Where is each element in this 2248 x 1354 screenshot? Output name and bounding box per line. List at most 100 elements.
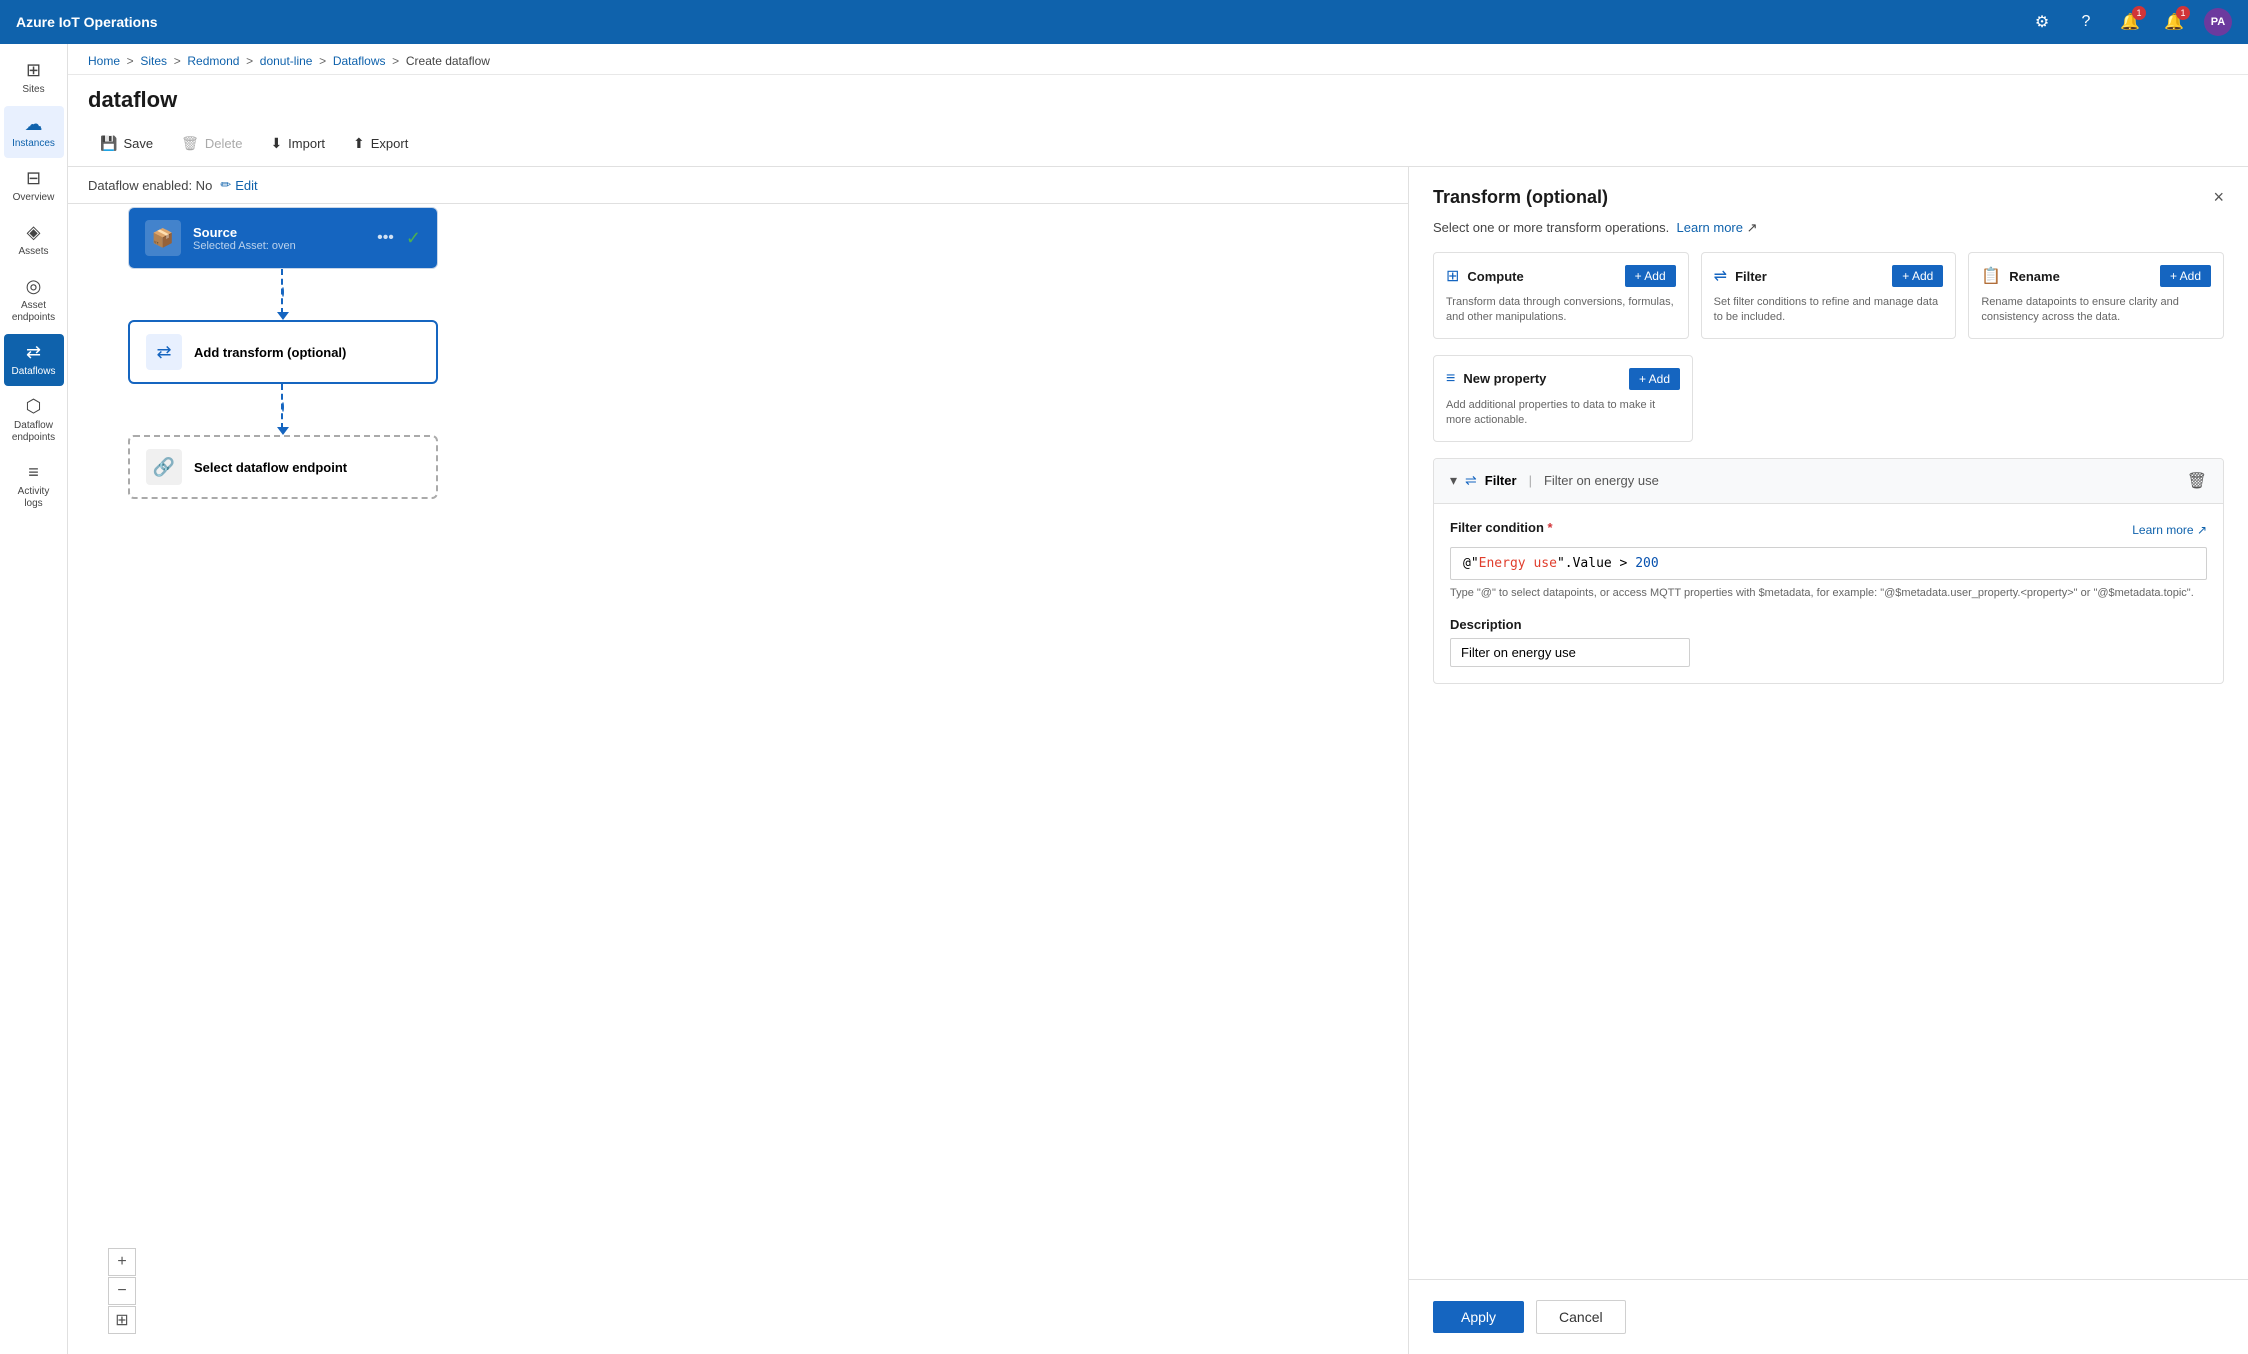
save-button[interactable]: 💾 Save	[88, 129, 165, 158]
export-button[interactable]: ⬆ Export	[341, 129, 420, 158]
new-property-title: New property	[1463, 371, 1546, 386]
notifications-button[interactable]: 🔔 1	[2116, 8, 2144, 36]
sidebar-item-instances[interactable]: ☁ Instances	[4, 106, 64, 158]
desc-input[interactable]	[1450, 638, 1690, 667]
transform-title: Add transform (optional)	[194, 345, 420, 360]
compute-icon: ⊞	[1446, 266, 1459, 286]
sidebar-item-dataflows[interactable]: ⇄ Dataflows	[4, 334, 64, 386]
breadcrumb-dataflows[interactable]: Dataflows	[333, 54, 386, 68]
code-prefix: @"	[1463, 556, 1479, 571]
main-layout: ⊞ Sites ☁ Instances ⊟ Overview ◈ Assets …	[0, 44, 2248, 1354]
breadcrumb-redmond[interactable]: Redmond	[187, 54, 239, 68]
sidebar-item-activity-logs-label: Activity logs	[8, 486, 60, 510]
panel-learn-more-link[interactable]: Learn more	[1677, 220, 1743, 235]
transform-icon: ⇄	[146, 334, 182, 370]
filter-chevron-button[interactable]: ▾	[1450, 472, 1457, 489]
desc-label: Description	[1450, 617, 2207, 632]
import-button[interactable]: ⬇ Import	[258, 129, 337, 158]
asset-endpoints-icon: ◎	[26, 276, 42, 297]
code-mid: ".Value >	[1557, 556, 1635, 571]
filter-card-header: ⇌ Filter + Add	[1714, 265, 1944, 287]
condition-field-header: Filter condition * Learn more ↗	[1450, 520, 2207, 541]
alerts-badge: 1	[2176, 6, 2190, 20]
panel-footer: Apply Cancel	[1409, 1279, 2248, 1354]
panel-subtitle: Select one or more transform operations.…	[1409, 220, 2248, 252]
breadcrumb: Home > Sites > Redmond > donut-line > Da…	[68, 44, 2248, 75]
zoom-out-button[interactable]: −	[108, 1277, 136, 1305]
status-text: Dataflow enabled: No	[88, 178, 212, 193]
edit-button[interactable]: ✏ Edit	[220, 177, 257, 193]
transform-node[interactable]: ⇄ Add transform (optional)	[128, 320, 438, 384]
apply-button[interactable]: Apply	[1433, 1301, 1524, 1333]
filter-condition-input[interactable]: @"Energy use".Value > 200	[1450, 547, 2207, 580]
condition-learn-more[interactable]: Learn more ↗	[2132, 523, 2207, 537]
endpoint-node[interactable]: 🔗 Select dataflow endpoint	[128, 435, 438, 499]
delete-label: Delete	[205, 136, 243, 151]
breadcrumb-donut-line[interactable]: donut-line	[260, 54, 313, 68]
endpoint-title: Select dataflow endpoint	[194, 460, 420, 475]
sidebar-item-instances-label: Instances	[12, 138, 55, 150]
sidebar: ⊞ Sites ☁ Instances ⊟ Overview ◈ Assets …	[0, 44, 68, 1354]
compute-title-row: ⊞ Compute	[1446, 266, 1524, 286]
rename-desc: Rename datapoints to ensure clarity and …	[1981, 295, 2211, 326]
filter-delete-button[interactable]: 🗑	[2187, 471, 2207, 491]
sidebar-item-activity-logs[interactable]: ≡ Activity logs	[4, 454, 64, 518]
export-icon: ⬆	[353, 135, 365, 152]
zoom-in-button[interactable]: +	[108, 1248, 136, 1276]
desc-field: Description	[1450, 617, 2207, 667]
sidebar-item-sites[interactable]: ⊞ Sites	[4, 52, 64, 104]
filter-icon: ⇌	[1714, 266, 1727, 286]
compute-card: ⊞ Compute + Add Transform data through c…	[1433, 252, 1689, 339]
filter-add-button[interactable]: + Add	[1892, 265, 1943, 287]
filter-title: Filter	[1735, 269, 1767, 284]
edit-label: Edit	[235, 178, 257, 193]
sidebar-item-overview-label: Overview	[13, 192, 55, 204]
sidebar-item-assets[interactable]: ◈ Assets	[4, 214, 64, 266]
instances-icon: ☁	[25, 114, 43, 135]
panel-header: Transform (optional) ×	[1409, 167, 2248, 220]
panel-scrollable[interactable]: Transform (optional) × Select one or mor…	[1409, 167, 2248, 1279]
source-check-icon: ✓	[406, 228, 421, 249]
connector-dot-2	[282, 402, 284, 412]
source-node[interactable]: 📦 Source Selected Asset: oven ••• ✓	[128, 207, 438, 269]
source-subtitle: Selected Asset: oven	[193, 240, 365, 252]
settings-button[interactable]: ⚙	[2028, 8, 2056, 36]
cancel-button[interactable]: Cancel	[1536, 1300, 1626, 1334]
zoom-reset-button[interactable]: ⊞	[108, 1306, 136, 1334]
avatar[interactable]: PA	[2204, 8, 2232, 36]
source-title: Source	[193, 225, 365, 240]
source-menu-icon[interactable]: •••	[377, 229, 394, 247]
endpoint-icon: 🔗	[146, 449, 182, 485]
save-label: Save	[123, 136, 153, 151]
filter-instance: ▾ ⇌ Filter | Filter on energy use 🗑	[1433, 458, 2224, 684]
filter-title-row: ⇌ Filter	[1714, 266, 1767, 286]
sidebar-item-dataflow-endpoints[interactable]: ⬡ Dataflow endpoints	[4, 388, 64, 452]
canvas: Dataflow enabled: No ✏ Edit 📦 Source Sel…	[68, 167, 1408, 1354]
code-threshold: 200	[1635, 556, 1658, 571]
panel-close-button[interactable]: ×	[2213, 187, 2224, 208]
filter-instance-icon: ⇌	[1465, 472, 1477, 489]
new-property-section: ≡ New property + Add Add additional prop…	[1409, 355, 2248, 458]
panel-title: Transform (optional)	[1433, 187, 1608, 208]
compute-add-button[interactable]: + Add	[1625, 265, 1676, 287]
delete-button[interactable]: 🗑 Delete	[169, 129, 254, 158]
transform-content: Add transform (optional)	[194, 345, 420, 360]
new-property-icon: ≡	[1446, 370, 1455, 388]
new-property-add-button[interactable]: + Add	[1629, 368, 1680, 390]
condition-label: Filter condition *	[1450, 520, 1553, 535]
connector-1	[282, 269, 284, 314]
sidebar-item-overview[interactable]: ⊟ Overview	[4, 160, 64, 212]
help-button[interactable]: ?	[2072, 8, 2100, 36]
transform-panel: Transform (optional) × Select one or mor…	[1408, 167, 2248, 1354]
filter-instance-name: Filter	[1485, 473, 1517, 488]
breadcrumb-home[interactable]: Home	[88, 54, 120, 68]
alerts-button[interactable]: 🔔 1	[2160, 8, 2188, 36]
breadcrumb-sites[interactable]: Sites	[140, 54, 167, 68]
sidebar-item-asset-endpoints-label: Asset endpoints	[8, 300, 60, 324]
top-navigation: Azure IoT Operations ⚙ ? 🔔 1 🔔 1 PA	[0, 0, 2248, 44]
toolbar: 💾 Save 🗑 Delete ⬇ Import ⬆ Export	[68, 121, 2248, 167]
rename-add-button[interactable]: + Add	[2160, 265, 2211, 287]
sidebar-item-asset-endpoints[interactable]: ◎ Asset endpoints	[4, 268, 64, 332]
new-property-title-row: ≡ New property	[1446, 370, 1546, 388]
flow-container: 📦 Source Selected Asset: oven ••• ✓	[128, 207, 438, 499]
